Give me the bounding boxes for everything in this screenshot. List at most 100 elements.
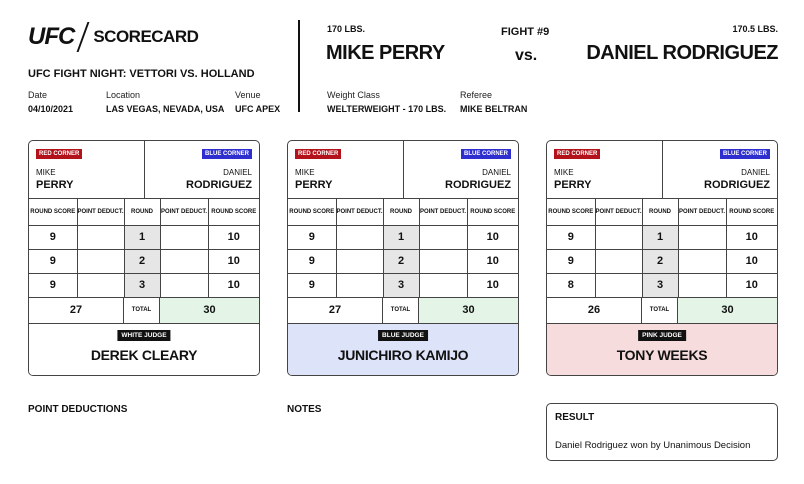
red-total: 26 bbox=[547, 297, 642, 323]
judge-name: JUNICHIRO KAMIJO bbox=[337, 346, 469, 363]
blue-round-score-header: ROUND SCORE bbox=[207, 199, 259, 226]
totals-row: 27 TOTAL 30 bbox=[288, 297, 518, 324]
red-round-score: 9 bbox=[288, 224, 337, 250]
notes-title: NOTES bbox=[287, 404, 322, 415]
location-value: LAS VEGAS, NEVADA, USA bbox=[106, 104, 225, 114]
blue-round-score: 10 bbox=[725, 248, 777, 274]
blue-first-name: DANIEL bbox=[741, 168, 770, 177]
judge-scorecard-3: RED CORNER MIKE PERRY BLUE CORNER DANIEL… bbox=[546, 140, 778, 376]
red-point-deduct bbox=[76, 248, 125, 274]
red-round-score: 9 bbox=[288, 248, 337, 274]
round-number: 1 bbox=[641, 224, 679, 250]
red-round-score: 8 bbox=[547, 272, 596, 298]
brand-logo-text: UFC bbox=[28, 23, 75, 50]
red-point-deduct bbox=[594, 224, 643, 250]
red-round-score: 9 bbox=[547, 248, 596, 274]
red-round-score: 9 bbox=[547, 224, 596, 250]
blue-last-name: RODRIGUEZ bbox=[186, 179, 252, 191]
blue-point-deduct bbox=[677, 272, 727, 298]
round-row: 9 3 10 bbox=[288, 272, 518, 298]
blue-round-score: 10 bbox=[207, 272, 259, 298]
blue-corner-panel: BLUE CORNER DANIEL RODRIGUEZ bbox=[404, 141, 519, 198]
weight-class-field: Weight Class WELTERWEIGHT - 170 LBS. bbox=[327, 90, 446, 114]
blue-round-score: 10 bbox=[207, 224, 259, 250]
card-fighters: RED CORNER MIKE PERRY BLUE CORNER DANIEL… bbox=[288, 141, 518, 199]
total-label: TOTAL bbox=[124, 297, 160, 323]
red-round-score: 9 bbox=[29, 248, 78, 274]
red-corner-panel: RED CORNER MIKE PERRY bbox=[29, 141, 145, 198]
judge-panel: WHITE JUDGE DEREK CLEARY bbox=[29, 323, 259, 375]
round-row: 9 3 10 bbox=[29, 272, 259, 298]
red-last-name: PERRY bbox=[36, 179, 74, 191]
red-corner-badge: RED CORNER bbox=[295, 149, 342, 159]
total-label: TOTAL bbox=[383, 297, 419, 323]
red-round-score-header: ROUND SCORE bbox=[29, 199, 78, 226]
red-fighter: MIKE PERRY bbox=[36, 167, 74, 191]
blue-fighter-name: DANIEL RODRIGUEZ bbox=[586, 42, 778, 64]
judge-badge: WHITE JUDGE bbox=[117, 329, 171, 341]
red-point-deduct bbox=[76, 272, 125, 298]
round-number: 3 bbox=[123, 272, 161, 298]
red-last-name: PERRY bbox=[554, 179, 592, 191]
blue-point-deduct bbox=[418, 248, 468, 274]
red-point-deduct bbox=[76, 224, 125, 250]
referee-label: Referee bbox=[460, 90, 493, 100]
blue-round-score: 10 bbox=[466, 248, 518, 274]
judge-badge: BLUE JUDGE bbox=[378, 329, 428, 341]
header-divider bbox=[298, 20, 300, 112]
red-point-deduct-header: POINT DEDUCT. bbox=[76, 199, 125, 226]
red-point-deduct-header: POINT DEDUCT. bbox=[335, 199, 384, 226]
blue-first-name: DANIEL bbox=[223, 168, 252, 177]
blue-round-score: 10 bbox=[466, 272, 518, 298]
blue-point-deduct-header: POINT DEDUCT. bbox=[418, 199, 468, 226]
blue-round-score-header: ROUND SCORE bbox=[725, 199, 777, 226]
red-first-name: MIKE bbox=[295, 168, 315, 177]
blue-point-deduct-header: POINT DEDUCT. bbox=[677, 199, 727, 226]
round-number: 1 bbox=[382, 224, 420, 250]
judge-name: TONY WEEKS bbox=[616, 346, 708, 363]
blue-fighter: DANIEL RODRIGUEZ bbox=[445, 167, 511, 191]
blue-point-deduct bbox=[418, 272, 468, 298]
location-field: Location LAS VEGAS, NEVADA, USA bbox=[106, 90, 224, 114]
judge-badge: PINK JUDGE bbox=[638, 329, 686, 341]
judge-panel: BLUE JUDGE JUNICHIRO KAMIJO bbox=[288, 323, 518, 375]
referee-value: MIKE BELTRAN bbox=[460, 104, 528, 114]
round-row: 9 1 10 bbox=[547, 224, 777, 250]
red-point-deduct-header: POINT DEDUCT. bbox=[594, 199, 643, 226]
blue-total: 30 bbox=[419, 297, 518, 323]
round-row: 9 1 10 bbox=[288, 224, 518, 250]
blue-total: 30 bbox=[160, 297, 259, 323]
blue-corner-badge: BLUE CORNER bbox=[460, 149, 511, 159]
red-fighter: MIKE PERRY bbox=[295, 167, 333, 191]
judge-name: DEREK CLEARY bbox=[90, 346, 198, 363]
red-fighter: MIKE PERRY bbox=[554, 167, 592, 191]
round-number: 3 bbox=[641, 272, 679, 298]
weight-class-label: Weight Class bbox=[327, 90, 380, 100]
round-row: 9 1 10 bbox=[29, 224, 259, 250]
result-box: RESULT Daniel Rodriguez won by Unanimous… bbox=[546, 403, 778, 461]
score-table: ROUND SCORE POINT DEDUCT. ROUND POINT DE… bbox=[29, 199, 259, 298]
blue-corner-badge: BLUE CORNER bbox=[719, 149, 770, 159]
blue-point-deduct-header: POINT DEDUCT. bbox=[159, 199, 209, 226]
blue-corner-badge: BLUE CORNER bbox=[201, 149, 252, 159]
totals-row: 26 TOTAL 30 bbox=[547, 297, 777, 324]
score-table: ROUND SCORE POINT DEDUCT. ROUND POINT DE… bbox=[547, 199, 777, 298]
blue-corner-panel: BLUE CORNER DANIEL RODRIGUEZ bbox=[145, 141, 260, 198]
blue-round-score: 10 bbox=[207, 248, 259, 274]
red-point-deduct bbox=[335, 272, 384, 298]
red-point-deduct bbox=[335, 248, 384, 274]
red-total: 27 bbox=[29, 297, 124, 323]
red-round-score-header: ROUND SCORE bbox=[288, 199, 337, 226]
score-table: ROUND SCORE POINT DEDUCT. ROUND POINT DE… bbox=[288, 199, 518, 298]
referee-field: Referee MIKE BELTRAN bbox=[460, 90, 527, 114]
fight-number: FIGHT #9 bbox=[501, 26, 550, 38]
round-number: 3 bbox=[382, 272, 420, 298]
blue-point-deduct bbox=[677, 248, 727, 274]
red-round-score: 9 bbox=[29, 224, 78, 250]
blue-last-name: RODRIGUEZ bbox=[445, 179, 511, 191]
blue-weight: 170.5 LBS. bbox=[732, 24, 778, 34]
judge-panel: PINK JUDGE TONY WEEKS bbox=[547, 323, 777, 375]
red-corner-panel: RED CORNER MIKE PERRY bbox=[547, 141, 663, 198]
red-total: 27 bbox=[288, 297, 383, 323]
red-round-score-header: ROUND SCORE bbox=[547, 199, 596, 226]
